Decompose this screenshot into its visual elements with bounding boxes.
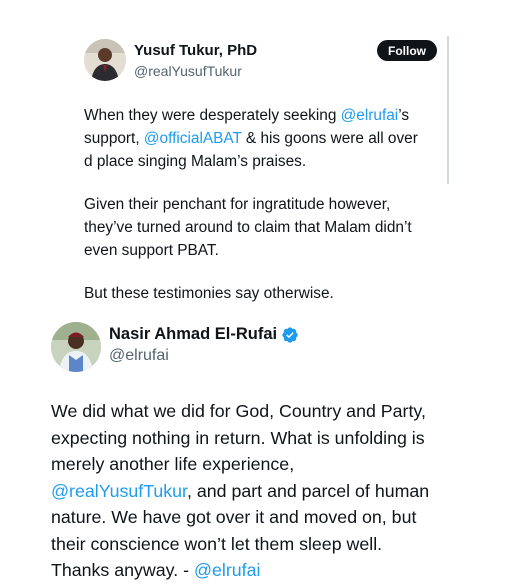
- main-text-line: merely another life experience,: [51, 454, 295, 474]
- main-author-name[interactable]: Nasir Ahmad El-Rufai: [109, 325, 277, 344]
- verified-badge-icon: [282, 326, 298, 343]
- follow-button[interactable]: Follow: [377, 40, 437, 61]
- quoted-tweet[interactable]: Yusuf Tukur, PhD @realYusufTukur Follow …: [0, 0, 509, 310]
- quoted-text-line: Given their penchant for ingratitude how…: [84, 196, 391, 213]
- main-text-segment: , and part and parcel of human: [187, 480, 430, 501]
- quoted-author-avatar[interactable]: [84, 39, 126, 81]
- quoted-text-line: even support PBAT.: [84, 242, 219, 259]
- quoted-paragraph-3: But these testimonies say otherwise.: [84, 285, 334, 302]
- quoted-text-line: they’ve turned around to claim that Mala…: [84, 219, 412, 236]
- quoted-author-name[interactable]: Yusuf Tukur, PhD: [134, 42, 257, 59]
- quoted-text-segment: When they were desperately seeking: [84, 107, 341, 124]
- main-text-line: @realYusufTukur, and part and parcel of …: [51, 478, 491, 505]
- quoted-paragraph-1: When they were desperately seeking @elru…: [84, 104, 464, 173]
- main-text-line: We did what we did for God, Country and …: [51, 401, 426, 421]
- main-author-handle[interactable]: @elrufai: [109, 347, 169, 365]
- main-tweet-text: We did what we did for God, Country and …: [51, 398, 491, 584]
- mention-link-officialabat[interactable]: @officialABAT: [144, 130, 242, 147]
- main-text-line: nature. We have got over it and moved on…: [51, 507, 417, 527]
- main-text-line: their conscience won’t let them sleep we…: [51, 533, 383, 554]
- main-text-line: Thanks anyway. - @elrufai: [51, 557, 491, 584]
- quoted-text-segment: support,: [84, 130, 144, 147]
- main-text-line: expecting nothing in return. What is unf…: [51, 427, 425, 448]
- main-author-avatar[interactable]: [51, 322, 101, 372]
- quoted-text-segment: ’s: [398, 107, 410, 124]
- quoted-text-segment: & his goons were all over: [241, 130, 418, 147]
- main-author-name-row: Nasir Ahmad El-Rufai: [109, 325, 299, 344]
- quoted-text-segment: d place singing Malam’s praises.: [84, 153, 307, 170]
- mention-link-elrufai[interactable]: @elrufai: [194, 560, 260, 580]
- mention-link-elrufai[interactable]: @elrufai: [341, 107, 399, 124]
- mention-link-realyusuftukur[interactable]: @realYusufTukur: [51, 481, 187, 501]
- quoted-tweet-text: When they were desperately seeking @elru…: [84, 104, 464, 305]
- main-tweet[interactable]: Nasir Ahmad El-Rufai @elrufai We did wha…: [0, 310, 509, 588]
- quoted-paragraph-2: Given their penchant for ingratitude how…: [84, 193, 464, 262]
- main-text-segment: Thanks anyway. -: [51, 560, 194, 580]
- quoted-author-handle[interactable]: @realYusufTukur: [134, 63, 242, 79]
